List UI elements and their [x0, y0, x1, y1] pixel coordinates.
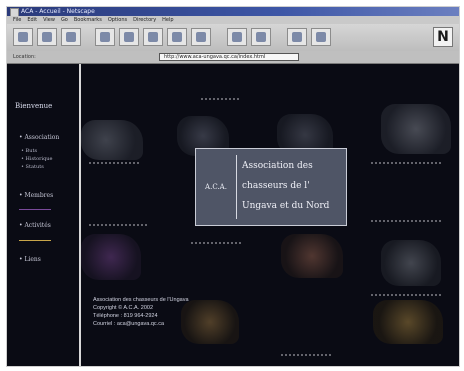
netscape-logo-icon[interactable]: N [433, 27, 453, 47]
association-initials: A.C.A. [205, 183, 227, 191]
find-icon [196, 32, 206, 42]
menu-bookmarks[interactable]: Bookmarks [74, 16, 102, 24]
address-label: Location: [13, 54, 36, 60]
nav-item-activites[interactable]: Activités [19, 222, 50, 229]
background-image [381, 104, 451, 154]
forward-button[interactable] [37, 28, 57, 46]
web-page: Bienvenue Association Buts Historique St… [7, 64, 459, 366]
window-title: ACA - Accueil - Netscape [21, 8, 95, 15]
net-search-button[interactable] [311, 28, 331, 46]
destinations-button[interactable] [287, 28, 307, 46]
bookmark-icon [256, 32, 266, 42]
nav-item-liens[interactable]: Liens [19, 256, 40, 263]
star-icon [232, 32, 242, 42]
dotted-divider [89, 224, 149, 226]
print-button[interactable] [167, 28, 187, 46]
sidebar-title: Bienvenue [15, 102, 53, 110]
dotted-divider [371, 294, 441, 296]
nav-divider [19, 240, 51, 241]
nav-item-association[interactable]: Association [19, 134, 59, 141]
association-name-line-3: Ungava et du Nord [242, 201, 330, 211]
footer-line-name: Association des chasseurs de l'Ungava [93, 297, 189, 303]
nav-item-membres[interactable]: Membres [19, 192, 53, 199]
address-bar: Location: http://www.aca-ungava.qc.ca/in… [7, 51, 459, 64]
menu-go[interactable]: Go [61, 16, 68, 24]
footer-line-copyright: Copyright © A.C.A. 2002 [93, 305, 154, 311]
dotted-divider [201, 98, 241, 100]
nav-divider [19, 209, 51, 210]
dotted-divider [371, 220, 441, 222]
open-icon [148, 32, 158, 42]
images-icon [124, 32, 134, 42]
menu-view[interactable]: View [43, 16, 55, 24]
association-title-box: A.C.A. Association des chasseurs de l' U… [195, 148, 347, 226]
menu-directory[interactable]: Directory [133, 16, 156, 24]
footer-email-link[interactable]: Courriel : aca@ungava.qc.ca [93, 320, 189, 328]
search-icon [316, 32, 326, 42]
find-button[interactable] [191, 28, 211, 46]
background-image [181, 300, 239, 344]
background-image [281, 234, 343, 278]
whats-cool-button[interactable] [251, 28, 271, 46]
reload-icon [100, 32, 110, 42]
open-button[interactable] [143, 28, 163, 46]
association-name-line-2: chasseurs de l' [242, 181, 310, 191]
home-button[interactable] [61, 28, 81, 46]
menu-file[interactable]: File [13, 16, 21, 24]
globe-icon [292, 32, 302, 42]
forward-icon [42, 32, 52, 42]
dotted-divider [191, 242, 241, 244]
images-button[interactable] [119, 28, 139, 46]
nav-sub-statuts[interactable]: Statuts [21, 164, 44, 170]
nav-sub-historique[interactable]: Historique [21, 156, 53, 162]
whats-new-button[interactable] [227, 28, 247, 46]
menu-options[interactable]: Options [108, 16, 127, 24]
url-input[interactable]: http://www.aca-ungava.qc.ca/index.html [159, 53, 299, 61]
nav-sub-buts[interactable]: Buts [21, 148, 37, 154]
dotted-divider [89, 162, 139, 164]
footer-line-phone: Téléphone : 819 964-2924 [93, 313, 158, 319]
background-image [373, 300, 443, 344]
menu-help[interactable]: Help [162, 16, 173, 24]
background-image [81, 234, 141, 280]
dotted-divider [371, 162, 441, 164]
footer-contact: Association des chasseurs de l'Ungava Co… [93, 296, 189, 328]
home-icon [66, 32, 76, 42]
window-titlebar: ACA - Accueil - Netscape [7, 7, 459, 17]
background-image [381, 240, 441, 286]
menu-edit[interactable]: Edit [27, 16, 37, 24]
menu-bar: File Edit View Go Bookmarks Options Dire… [7, 16, 459, 24]
back-icon [18, 32, 28, 42]
print-icon [172, 32, 182, 42]
reload-button[interactable] [95, 28, 115, 46]
background-image [81, 120, 143, 160]
association-name-line-1: Association des [242, 161, 313, 171]
back-button[interactable] [13, 28, 33, 46]
monitor-screen: ACA - Accueil - Netscape File Edit View … [6, 6, 460, 367]
sidebar-nav: Bienvenue Association Buts Historique St… [7, 64, 81, 366]
main-content: A.C.A. Association des chasseurs de l' U… [81, 64, 459, 366]
browser-toolbar: N [7, 24, 459, 52]
title-divider [236, 155, 237, 219]
dotted-divider [281, 354, 331, 356]
